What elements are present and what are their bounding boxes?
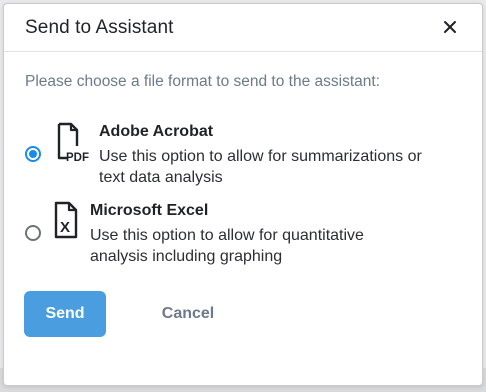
radio-microsoft-excel[interactable] — [25, 225, 41, 241]
excel-file-icon: X — [54, 201, 78, 239]
send-button[interactable]: Send — [24, 291, 106, 337]
pdf-icon-label: PDF — [66, 152, 89, 164]
option-description-line: Use this option to allow for quantitativ… — [90, 227, 364, 244]
close-icon — [444, 21, 456, 33]
radio-adobe-acrobat[interactable] — [25, 146, 41, 162]
option-description: Use this option to allow for quantitativ… — [90, 225, 364, 267]
option-description-line: Use this option to allow for summarizati… — [99, 148, 422, 165]
dialog-title: Send to Assistant — [25, 17, 174, 38]
send-to-assistant-dialog: Send to Assistant Please choose a file f… — [3, 3, 483, 386]
option-description: Use this option to allow for summarizati… — [99, 146, 422, 188]
dialog-header: Send to Assistant — [4, 4, 482, 52]
option-title: Adobe Acrobat — [99, 123, 214, 140]
option-description-line: analysis including graphing — [90, 248, 283, 265]
cancel-button[interactable]: Cancel — [147, 291, 229, 337]
excel-icon-label: X — [60, 219, 70, 236]
close-button[interactable] — [440, 17, 460, 37]
option-description-line: text data analysis — [99, 169, 223, 186]
pdf-file-icon: PDF — [57, 122, 89, 164]
option-title: Microsoft Excel — [90, 202, 209, 219]
dialog-prompt: Please choose a file format to send to t… — [25, 73, 380, 90]
